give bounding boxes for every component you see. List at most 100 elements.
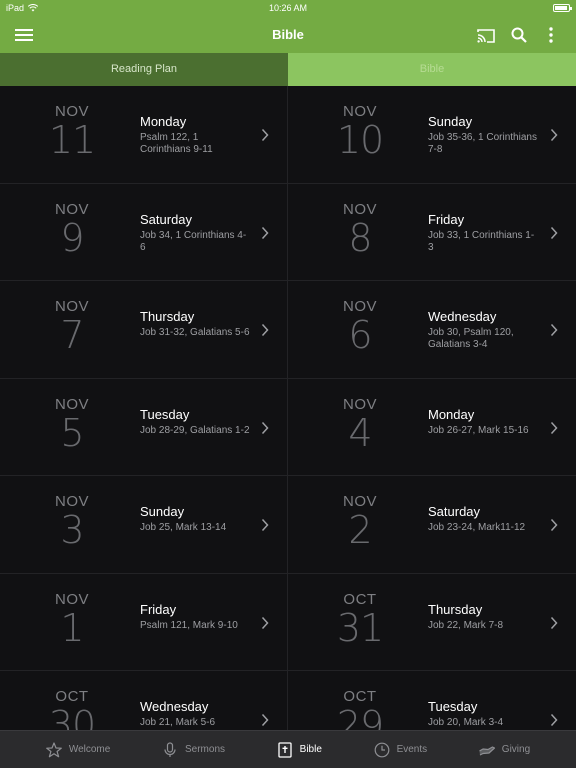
reading-day-cell[interactable]: OCT 30 Wednesday Job 21, Mark 5-6 (0, 671, 288, 730)
chevron-right-icon (261, 518, 269, 532)
giving-hand-icon (478, 742, 495, 758)
reading-day-cell[interactable]: NOV 5 Tuesday Job 28-29, Galatians 1-2 (0, 378, 288, 476)
reading-info: Friday Psalm 121, Mark 9-10 (140, 602, 250, 632)
reading-info: Friday Job 33, 1 Corinthians 1-3 (428, 212, 538, 254)
tabbar-events[interactable]: Events (374, 742, 428, 758)
reading-info: Monday Job 26-27, Mark 15-16 (428, 407, 538, 437)
reading-day-cell[interactable]: NOV 3 Sunday Job 25, Mark 13-14 (0, 476, 288, 574)
reading-day-cell[interactable]: NOV 11 Monday Psalm 122, 1 Corinthians 9-11 (0, 86, 288, 184)
date-block: NOV 3 (36, 494, 108, 552)
date-block: OCT 31 (324, 591, 396, 650)
reading-day-cell[interactable]: NOV 6 Wednesday Job 30, Psalm 120, Galatian… (288, 281, 576, 379)
date-day: 4 (348, 410, 372, 455)
battery-icon (553, 4, 572, 12)
tabbar-sermons[interactable]: Sermons (162, 741, 225, 758)
date-block: NOV 5 (36, 396, 108, 455)
date-day: 30 (48, 703, 96, 730)
reading-passage: Psalm 122, 1 Corinthians 9-11 (140, 132, 213, 155)
reading-weekday: Saturday (428, 504, 481, 519)
microphone-icon (162, 741, 178, 758)
reading-weekday: Monday (140, 114, 187, 129)
tabbar-sermons-label: Sermons (184, 744, 225, 755)
chevron-right-icon (550, 518, 558, 532)
status-time: 10:26 AM (268, 3, 308, 13)
tab-bible[interactable]: Bible (288, 53, 576, 86)
status-left: iPad (6, 3, 39, 13)
date-day: 8 (348, 215, 372, 260)
wifi-icon (28, 4, 39, 12)
date-block: NOV 8 (324, 201, 396, 260)
clock-icon (374, 742, 390, 758)
date-day: 29 (336, 703, 384, 730)
date-day: 6 (348, 313, 372, 357)
date-day: 1 (60, 605, 84, 650)
reading-info: Sunday Job 25, Mark 13-14 (140, 504, 250, 534)
reading-info: Thursday Job 31-32, Galatians 5-6 (140, 309, 250, 339)
reading-passage: Job 26-27, Mark 15-16 (428, 424, 529, 436)
bottom-tab-bar: Welcome Sermons Bible Events Giving (0, 730, 576, 768)
date-day: 7 (60, 313, 84, 357)
segmented-tabs: Reading Plan Bible (0, 53, 576, 86)
reading-info: Thursday Job 22, Mark 7-8 (428, 602, 538, 632)
date-block: NOV 2 (324, 494, 396, 552)
more-options-icon[interactable] (541, 25, 561, 45)
reading-passage: Job 30, Psalm 120, Galatians 3-4 (428, 327, 514, 350)
tabbar-events-label: Events (396, 744, 428, 755)
date-day: 10 (336, 118, 384, 162)
reading-weekday: Saturday (140, 211, 193, 227)
reading-weekday: Sunday (140, 504, 185, 519)
reading-passage: Job 33, 1 Corinthians 1-3 (428, 229, 535, 253)
chevron-right-icon (550, 421, 558, 434)
reading-passage: Job 31-32, Galatians 5-6 (140, 327, 250, 338)
tab-reading-plan[interactable]: Reading Plan (0, 53, 288, 86)
nav-bar: Bible (0, 16, 576, 53)
date-block: NOV 6 (324, 299, 396, 357)
reading-weekday: Wednesday (428, 309, 497, 324)
reading-weekday: Thursday (140, 309, 195, 324)
date-day: 2 (348, 508, 372, 552)
date-block: NOV 4 (324, 396, 396, 455)
tabbar-welcome[interactable]: Welcome (45, 741, 111, 758)
reading-day-cell[interactable]: NOV 10 Sunday Job 35-36, 1 Corinthians 7-8 (288, 86, 576, 184)
tabbar-welcome-label: Welcome (68, 744, 111, 755)
reading-passage: Job 35-36, 1 Corinthians 7-8 (428, 132, 537, 155)
reading-day-cell[interactable]: OCT 29 Tuesday Job 20, Mark 3-4 (288, 671, 576, 730)
tabbar-bible[interactable]: Bible (277, 741, 322, 758)
star-icon (45, 741, 62, 758)
search-icon[interactable] (509, 25, 529, 45)
reading-day-cell[interactable]: NOV 2 Saturday Job 23-24, Mark11-12 (288, 476, 576, 574)
reading-day-cell[interactable]: NOV 7 Thursday Job 31-32, Galatians 5-6 (0, 281, 288, 379)
chevron-right-icon (261, 128, 269, 142)
reading-weekday: Wednesday (140, 699, 209, 714)
app-root: iPad 10:26 AM Bible Reading Plan Bible N… (0, 0, 576, 768)
reading-day-cell[interactable]: NOV 8 Friday Job 33, 1 Corinthians 1-3 (288, 183, 576, 281)
reading-day-cell[interactable]: NOV 9 Saturday Job 34, 1 Corinthians 4-6 (0, 183, 288, 281)
reading-info: Wednesday Job 21, Mark 5-6 (140, 699, 250, 729)
chevron-right-icon (261, 421, 269, 434)
date-day: 11 (48, 118, 96, 162)
reading-info: Saturday Job 23-24, Mark11-12 (428, 504, 538, 534)
date-block: NOV 7 (36, 299, 108, 357)
date-day: 3 (60, 508, 84, 552)
chevron-right-icon (261, 226, 269, 239)
tabbar-giving[interactable]: Giving (478, 742, 530, 758)
date-day: 9 (60, 215, 84, 260)
date-day: 31 (336, 605, 384, 650)
chevron-right-icon (261, 713, 269, 727)
reading-passage: Job 25, Mark 13-14 (140, 522, 227, 533)
reading-day-cell[interactable]: OCT 31 Thursday Job 22, Mark 7-8 (288, 573, 576, 671)
reading-weekday: Friday (428, 211, 465, 227)
tabbar-bible-label: Bible (299, 744, 322, 755)
reading-weekday: Tuesday (140, 406, 190, 422)
reading-day-cell[interactable]: NOV 1 Friday Psalm 121, Mark 9-10 (0, 573, 288, 671)
reading-weekday: Monday (428, 406, 475, 422)
reading-passage: Job 34, 1 Corinthians 4-6 (140, 229, 247, 253)
date-day: 5 (60, 410, 84, 455)
date-block: OCT 30 (36, 689, 108, 731)
chevron-right-icon (550, 713, 558, 727)
chevron-right-icon (261, 323, 269, 337)
reading-day-cell[interactable]: NOV 4 Monday Job 26-27, Mark 15-16 (288, 378, 576, 476)
date-block: NOV 1 (36, 591, 108, 650)
reading-weekday: Thursday (428, 601, 483, 617)
cast-icon[interactable] (476, 25, 496, 45)
